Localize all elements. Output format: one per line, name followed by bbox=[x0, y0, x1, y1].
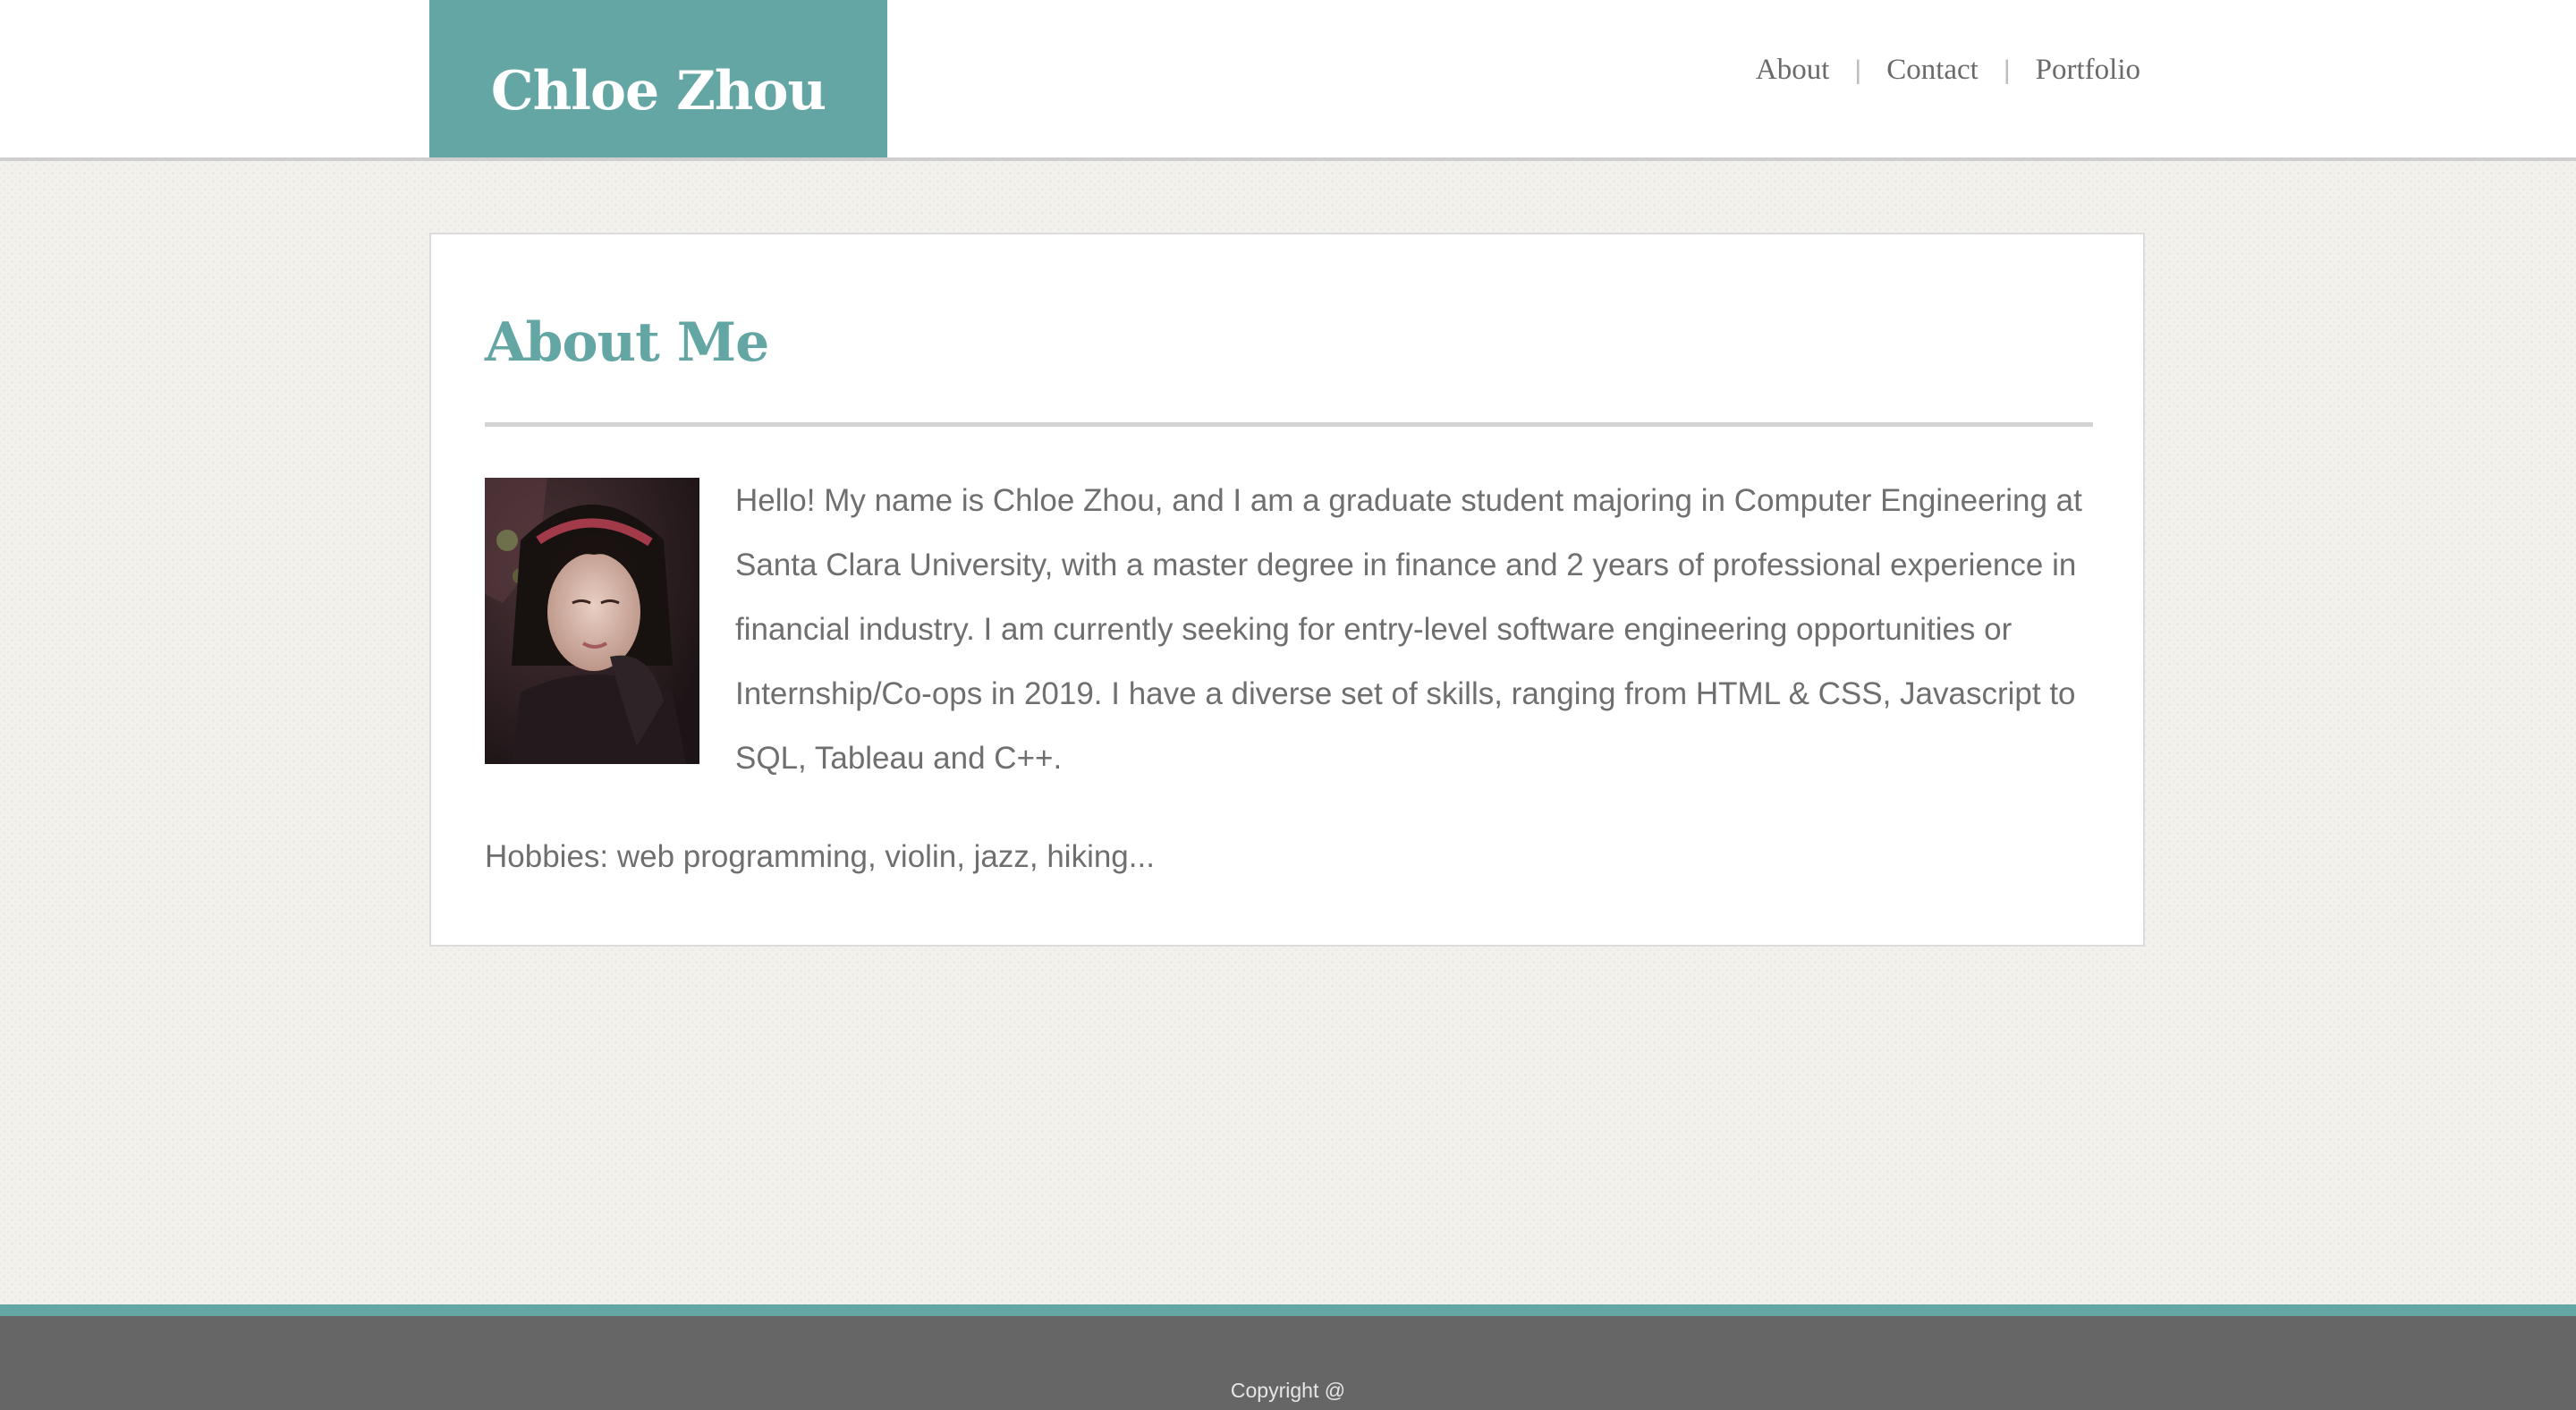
portrait-image bbox=[485, 478, 699, 764]
brand-block[interactable]: Chloe Zhou bbox=[429, 0, 887, 157]
nav-separator: | bbox=[1854, 55, 1862, 85]
nav-separator: | bbox=[2003, 55, 2011, 85]
nav-portfolio-link[interactable]: Portfolio bbox=[2036, 54, 2140, 87]
hobbies-text: Hobbies: web programming, violin, jazz, … bbox=[485, 839, 1155, 874]
nav-about-link[interactable]: About bbox=[1756, 54, 1830, 87]
bio-text: Hello! My name is Chloe Zhou, and I am a… bbox=[735, 483, 2082, 776]
heading-divider bbox=[485, 422, 2093, 427]
copyright-text: Copyright @ bbox=[1230, 1379, 1346, 1402]
site-header: Chloe Zhou About | Contact | Portfolio bbox=[0, 0, 2576, 161]
site-footer: Copyright @ bbox=[0, 1304, 2576, 1410]
about-heading: About Me bbox=[485, 311, 769, 374]
profile-photo bbox=[485, 478, 699, 764]
nav-contact-link[interactable]: Contact bbox=[1886, 54, 1979, 87]
site-title[interactable]: Chloe Zhou bbox=[491, 35, 826, 123]
about-card: About Me Hello! My name is Chloe Zhou, a… bbox=[429, 233, 2145, 947]
main-nav: About | Contact | Portfolio bbox=[1756, 54, 2140, 87]
